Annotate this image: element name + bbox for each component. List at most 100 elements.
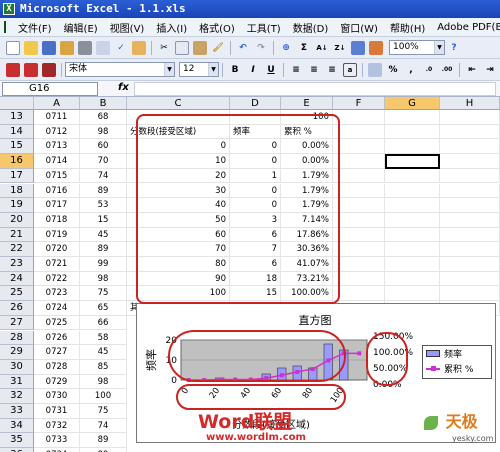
cell-h17[interactable] (440, 168, 500, 184)
cell-b28[interactable]: 58 (80, 330, 127, 346)
cell-g17[interactable] (385, 168, 440, 184)
cell-b16[interactable]: 70 (80, 154, 127, 169)
name-box[interactable]: G16 (2, 82, 98, 96)
cell-g22[interactable] (385, 242, 440, 257)
row-header-20[interactable]: 20 (0, 212, 34, 228)
cell-b31[interactable]: 98 (80, 374, 127, 390)
menu-format[interactable]: 格式(O) (193, 20, 241, 35)
chevron-down-icon[interactable]: ▼ (164, 63, 174, 76)
cell-g14[interactable] (385, 124, 440, 140)
cell-b24[interactable]: 98 (80, 271, 127, 287)
cell-b34[interactable]: 74 (80, 418, 127, 434)
cell-a18[interactable]: 0716 (34, 183, 80, 199)
row-header-34[interactable]: 34 (0, 418, 34, 434)
chart-legend[interactable]: 频率 累积 % (422, 345, 492, 379)
align-center-icon[interactable]: ≡ (307, 63, 321, 77)
excel-app-icon[interactable]: X (3, 3, 15, 15)
cell-h20[interactable] (440, 212, 500, 228)
row-header-30[interactable]: 30 (0, 359, 34, 375)
cell-a36[interactable]: 0734 (34, 448, 80, 452)
cell-f19[interactable] (333, 198, 385, 213)
font-name-select[interactable]: 宋体 ▼ (65, 62, 175, 77)
column-header-g[interactable]: G (385, 97, 440, 110)
column-header-e[interactable]: E (281, 97, 333, 110)
cell-a27[interactable]: 0725 (34, 315, 80, 331)
row-header-19[interactable]: 19 (0, 198, 34, 213)
hyperlink-icon[interactable]: ⊕ (279, 41, 293, 55)
column-header-d[interactable]: D (230, 97, 281, 110)
cell-b36[interactable]: 89 (80, 448, 127, 452)
cell-b13[interactable]: 68 (80, 110, 127, 125)
row-header-24[interactable]: 24 (0, 271, 34, 287)
menu-tools[interactable]: 工具(T) (241, 20, 287, 35)
cell-f17[interactable] (333, 168, 385, 184)
row-header-17[interactable]: 17 (0, 168, 34, 184)
currency-icon[interactable] (368, 62, 382, 77)
copy-icon[interactable] (175, 40, 189, 55)
cell-b27[interactable]: 66 (80, 315, 127, 331)
row-header-15[interactable]: 15 (0, 139, 34, 155)
cell-b32[interactable]: 100 (80, 389, 127, 404)
cell-b14[interactable]: 98 (80, 124, 127, 140)
column-header-h[interactable]: H (440, 97, 500, 110)
cell-a35[interactable]: 0733 (34, 433, 80, 449)
row-header-36[interactable]: 36 (0, 448, 34, 452)
autosum-icon[interactable]: Σ (297, 41, 311, 55)
cell-g13[interactable] (385, 110, 440, 125)
cell-a22[interactable]: 0720 (34, 242, 80, 257)
cell-h13[interactable] (440, 110, 500, 125)
cell-b33[interactable]: 75 (80, 404, 127, 419)
increase-indent-icon[interactable]: ⇥ (483, 63, 497, 77)
cell-g25[interactable] (385, 286, 440, 302)
cell-g18[interactable] (385, 183, 440, 199)
cell-a33[interactable]: 0731 (34, 404, 80, 419)
print-preview-icon[interactable] (96, 40, 110, 55)
cell-f16[interactable] (333, 154, 385, 169)
new-icon[interactable] (6, 40, 20, 55)
underline-button[interactable]: U (264, 63, 278, 77)
cell-g24[interactable] (385, 271, 440, 287)
cell-a25[interactable]: 0723 (34, 286, 80, 302)
cell-a31[interactable]: 0729 (34, 374, 80, 390)
cell-g23[interactable] (385, 257, 440, 272)
permission-icon[interactable] (60, 40, 74, 55)
cell-b18[interactable]: 89 (80, 183, 127, 199)
format-painter-icon[interactable]: 🖌 (211, 41, 225, 55)
row-header-33[interactable]: 33 (0, 404, 34, 419)
cell-b26[interactable]: 65 (80, 301, 127, 316)
cell-h23[interactable] (440, 257, 500, 272)
row-header-16[interactable]: 16 (0, 154, 34, 169)
spelling-icon[interactable]: ✓ (114, 41, 128, 55)
column-header-c[interactable]: C (127, 97, 230, 110)
cell-a19[interactable]: 0717 (34, 198, 80, 213)
cell-b29[interactable]: 45 (80, 345, 127, 360)
menu-view[interactable]: 视图(V) (104, 20, 151, 35)
cell-a30[interactable]: 0728 (34, 359, 80, 375)
row-header-27[interactable]: 27 (0, 315, 34, 331)
cell-h25[interactable] (440, 286, 500, 302)
cell-a20[interactable]: 0718 (34, 212, 80, 228)
cell-f24[interactable] (333, 271, 385, 287)
cell-a28[interactable]: 0726 (34, 330, 80, 346)
select-all-corner[interactable] (0, 97, 34, 110)
row-header-25[interactable]: 25 (0, 286, 34, 302)
cell-b17[interactable]: 74 (80, 168, 127, 184)
sort-descending-icon[interactable]: Z↓ (333, 41, 347, 55)
cell-b22[interactable]: 89 (80, 242, 127, 257)
cell-b23[interactable]: 99 (80, 257, 127, 272)
align-right-icon[interactable]: ≡ (325, 63, 339, 77)
menu-adobe-pdf[interactable]: Adobe PDF(B) (431, 22, 500, 33)
pdf-review-icon[interactable] (42, 62, 56, 77)
cell-a15[interactable]: 0713 (34, 139, 80, 155)
column-header-f[interactable]: F (333, 97, 385, 110)
pdf-mail-icon[interactable] (24, 62, 38, 77)
decrease-decimal-icon[interactable]: .00 (440, 63, 454, 77)
drawing-icon[interactable] (369, 40, 383, 55)
cell-h16[interactable] (440, 154, 500, 169)
column-header-a[interactable]: A (34, 97, 80, 110)
sort-ascending-icon[interactable]: A↓ (315, 41, 329, 55)
column-header-b[interactable]: B (80, 97, 127, 110)
cell-a16[interactable]: 0714 (34, 154, 80, 169)
bold-button[interactable]: B (228, 63, 242, 77)
cell-h22[interactable] (440, 242, 500, 257)
